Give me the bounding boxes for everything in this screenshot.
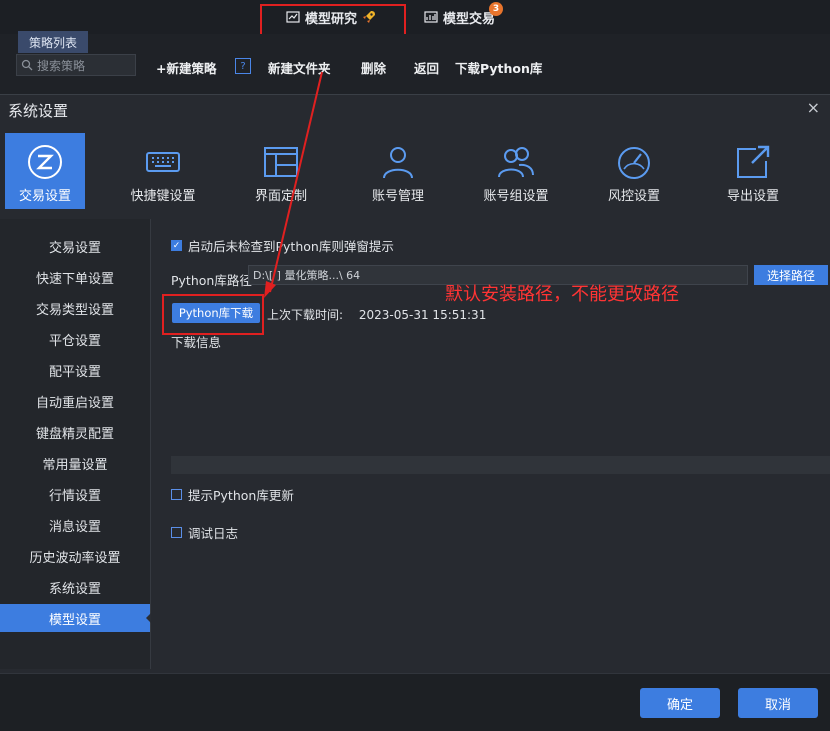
cancel-button[interactable]: 取消 (738, 688, 818, 718)
category-trade-settings[interactable]: 交易设置 (5, 133, 85, 209)
close-icon[interactable]: × (807, 98, 820, 117)
download-lib-button[interactable]: 下载Python库 (455, 58, 542, 77)
check-popup-row[interactable]: ✓ 启动后未检查到Python库则弹窗提示 (171, 236, 394, 255)
download-info-bar (171, 456, 830, 474)
user-icon (383, 147, 413, 179)
strategy-search[interactable]: 搜索策略 (16, 54, 136, 76)
sidebar-item-message[interactable]: 消息设置 (0, 511, 150, 539)
check-popup-checkbox[interactable]: ✓ (171, 240, 182, 251)
system-settings-dialog: 系统设置 × 交易设置 快捷键设置 界面定制 账号管理 账号组设置 风控设置 导… (0, 94, 830, 731)
layout-icon (264, 147, 298, 177)
settings-sidebar: 交易设置 快速下单设置 交易类型设置 平仓设置 配平设置 自动重启设置 键盘精灵… (0, 219, 151, 669)
python-path-label: Python库路径 (171, 273, 252, 288)
sidebar-item-model[interactable]: 模型设置 (0, 604, 151, 632)
sidebar-item-close-position[interactable]: 平仓设置 (0, 325, 150, 353)
debug-log-label: 调试日志 (188, 526, 239, 541)
search-placeholder: 搜索策略 (37, 58, 86, 73)
debug-log-row[interactable]: 调试日志 (171, 523, 238, 542)
top-tab-bar: 模型研究 模型交易 3 (0, 0, 830, 35)
sidebar-item-auto-restart[interactable]: 自动重启设置 (0, 387, 150, 415)
choose-path-button[interactable]: 选择路径 (754, 265, 828, 285)
category-shortcut-settings[interactable]: 快捷键设置 (123, 133, 203, 209)
category-export-settings[interactable]: 导出设置 (713, 133, 793, 209)
trade-settings-icon (28, 145, 62, 179)
last-download-label: 上次下载时间: (267, 308, 344, 322)
gauge-icon (618, 147, 650, 179)
tab-model-trade[interactable]: 模型交易 3 (424, 2, 504, 27)
strategy-list-tab[interactable]: 策略列表 (18, 31, 88, 53)
category-label: 账号组设置 (483, 189, 549, 204)
last-download-time: 上次下载时间: 2023-05-31 15:51:31 (267, 306, 486, 323)
category-label: 导出设置 (726, 189, 779, 204)
back-button[interactable]: 返回 (414, 58, 439, 77)
trade-badge: 3 (489, 2, 504, 16)
category-label: 界面定制 (254, 189, 307, 204)
sidebar-item-quick-order[interactable]: 快速下单设置 (0, 263, 150, 291)
delete-button[interactable]: 删除 (361, 58, 386, 77)
check-popup-label: 启动后未检查到Python库则弹窗提示 (188, 239, 394, 254)
sidebar-item-keyboard-wizard[interactable]: 键盘精灵配置 (0, 418, 150, 446)
sidebar-item-hist-volatility[interactable]: 历史波动率设置 (0, 542, 150, 570)
callout-box-download (162, 294, 264, 335)
last-download-value: 2023-05-31 15:51:31 (358, 308, 487, 322)
category-label: 账号管理 (371, 189, 424, 204)
sidebar-item-system[interactable]: 系统设置 (0, 573, 150, 601)
tab-model-trade-label: 模型交易 (443, 11, 496, 27)
category-label: 快捷键设置 (130, 189, 196, 204)
confirm-button[interactable]: 确定 (640, 688, 720, 718)
category-account-group[interactable]: 账号组设置 (476, 133, 556, 209)
export-icon (737, 145, 770, 178)
help-icon[interactable]: ? (235, 58, 251, 74)
dialog-footer: 确定 取消 (0, 673, 830, 731)
new-folder-button[interactable]: 新建文件夹 (268, 58, 331, 77)
search-icon (21, 59, 33, 71)
new-strategy-button[interactable]: +新建策略 (156, 58, 216, 77)
prompt-update-checkbox[interactable] (171, 489, 182, 500)
category-label: 交易设置 (18, 189, 71, 204)
sidebar-item-trade-type[interactable]: 交易类型设置 (0, 294, 150, 322)
category-account-manage[interactable]: 账号管理 (358, 133, 438, 209)
sidebar-item-balance[interactable]: 配平设置 (0, 356, 150, 384)
category-ui-custom[interactable]: 界面定制 (241, 133, 321, 209)
category-bar: 交易设置 快捷键设置 界面定制 账号管理 账号组设置 风控设置 导出设置 (0, 133, 830, 213)
debug-log-checkbox[interactable] (171, 527, 182, 538)
keyboard-icon (146, 152, 180, 172)
dialog-title: 系统设置 (8, 102, 69, 120)
sidebar-item-common-qty[interactable]: 常用量设置 (0, 449, 150, 477)
trade-chart-icon (424, 11, 438, 23)
sidebar-item-trade[interactable]: 交易设置 (0, 232, 150, 260)
category-label: 风控设置 (607, 189, 660, 204)
prompt-update-label: 提示Python库更新 (188, 488, 294, 503)
users-icon (498, 147, 534, 178)
category-risk-control[interactable]: 风控设置 (594, 133, 674, 209)
annotation-text: 默认安装路径，不能更改路径 (445, 284, 679, 305)
prompt-update-row[interactable]: 提示Python库更新 (171, 485, 294, 504)
sidebar-item-market[interactable]: 行情设置 (0, 480, 150, 508)
